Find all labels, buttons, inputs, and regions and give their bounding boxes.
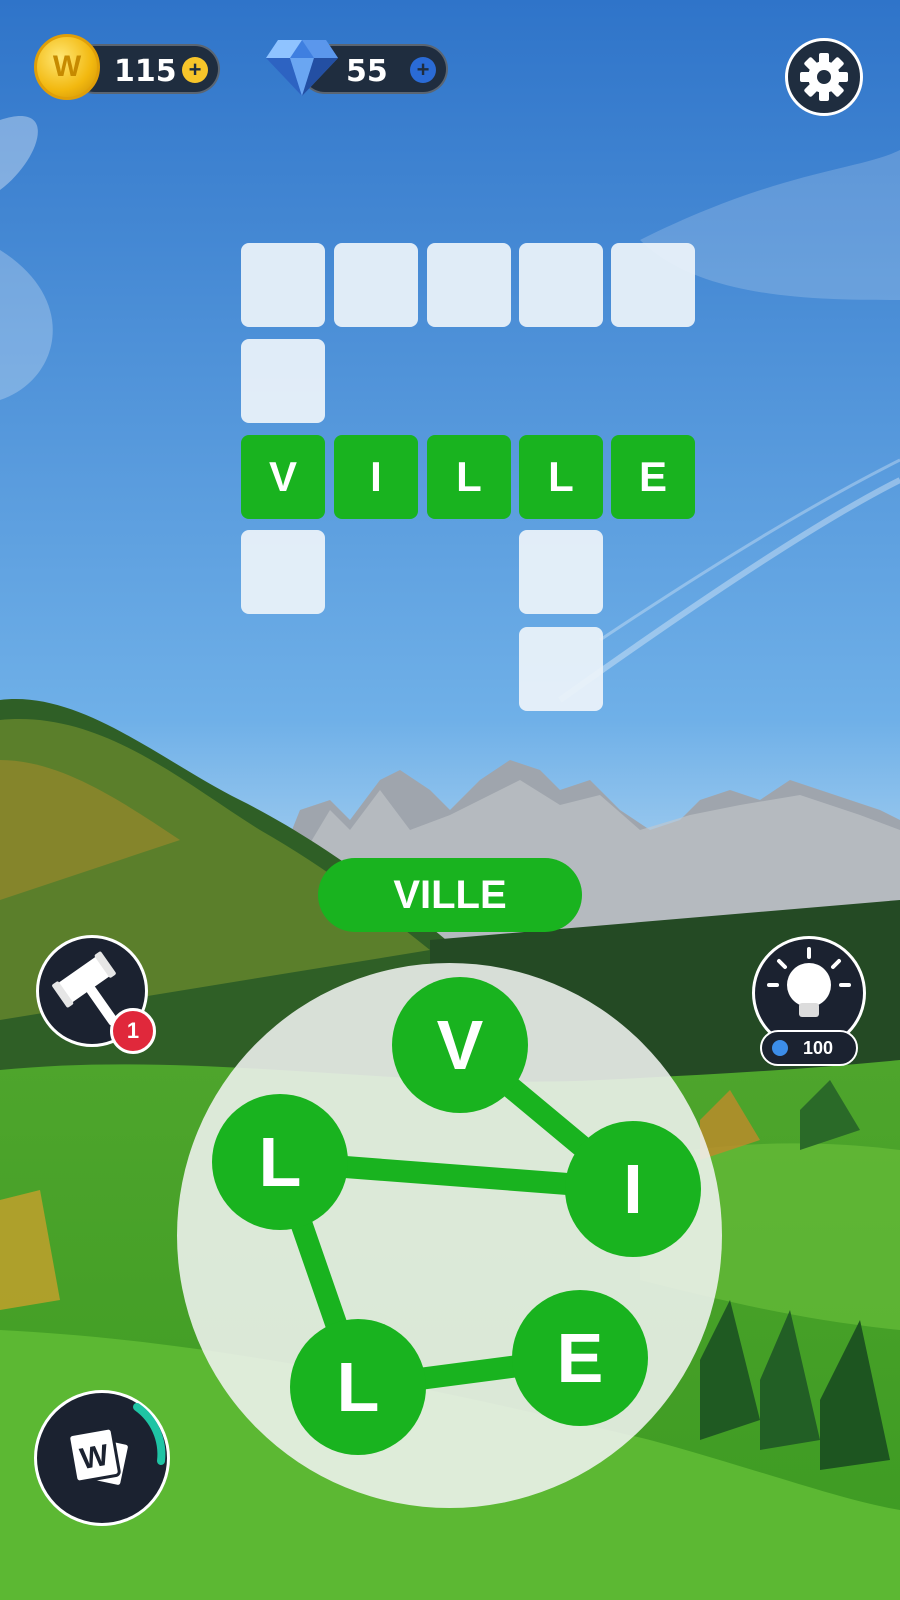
wheel-letter-l-bottom[interactable]: L bbox=[290, 1319, 426, 1455]
selection-path bbox=[269, 1034, 644, 1398]
wheel-letter-l-top[interactable]: L bbox=[212, 1094, 348, 1230]
wheel-letter-v[interactable]: V bbox=[392, 977, 528, 1113]
wheel-letter-e[interactable]: E bbox=[512, 1290, 648, 1426]
wheel-letter-i[interactable]: I bbox=[565, 1121, 701, 1257]
